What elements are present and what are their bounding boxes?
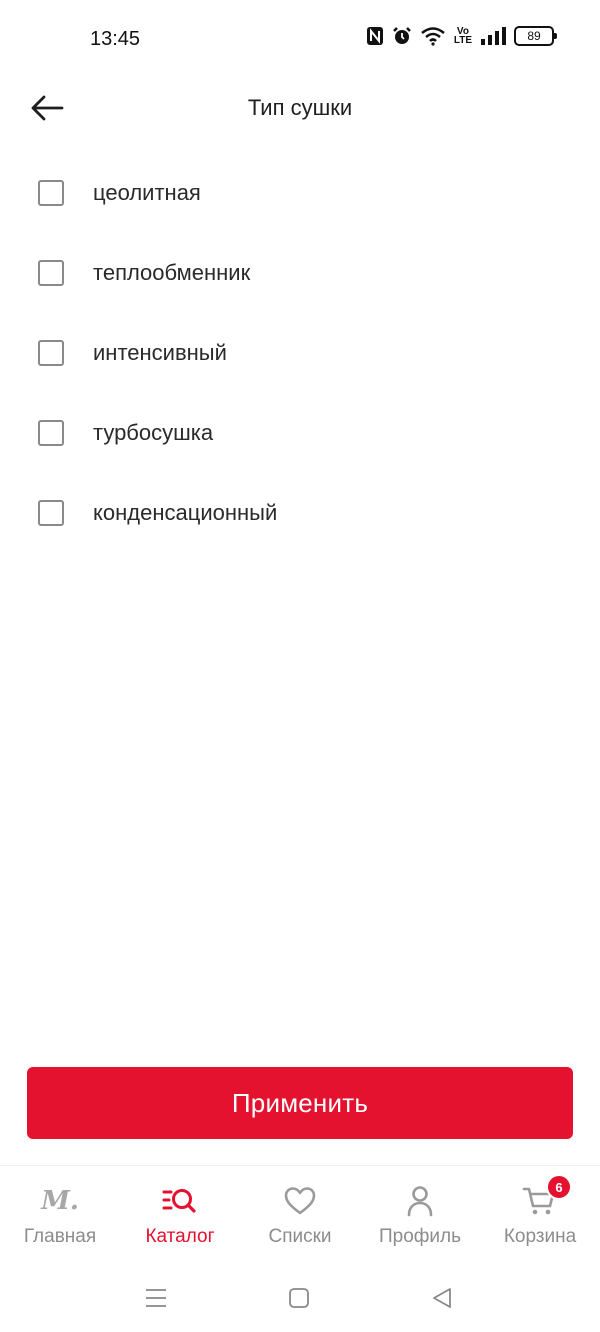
status-icons: Vo LTE 89 (366, 26, 557, 46)
logo-text: M. (41, 1186, 79, 1216)
battery-icon: 89 (514, 26, 557, 46)
checkbox[interactable] (38, 420, 64, 446)
status-bar: 13:45 Vo LTE 89 (0, 0, 600, 78)
option-label: интенсивный (93, 340, 227, 365)
back-system-button[interactable] (427, 1285, 457, 1311)
alarm-icon (392, 27, 411, 44)
option-label: конденсационный (93, 500, 278, 525)
wifi-icon (421, 27, 445, 46)
triangle-back-icon (433, 1288, 451, 1308)
heart-icon (284, 1187, 316, 1215)
nav-item-lists[interactable]: Списки (240, 1166, 360, 1266)
checkbox[interactable] (38, 260, 64, 286)
option-item[interactable]: интенсивный (0, 313, 600, 393)
option-label: теплообменник (93, 260, 251, 285)
menu-icon (146, 1289, 166, 1307)
catalog-icon-wrap (120, 1184, 240, 1218)
volte-bottom: LTE (453, 35, 472, 46)
nav-label: Списки (268, 1226, 332, 1247)
volte-icon: Vo LTE (453, 27, 472, 46)
nav-label: Корзина (503, 1226, 577, 1247)
page-title: Тип сушки (247, 95, 353, 120)
status-time: 13:45 (90, 28, 141, 50)
option-label: турбосушка (93, 420, 214, 445)
nav-item-home[interactable]: M. Главная (0, 1166, 120, 1266)
option-item[interactable]: теплообменник (0, 233, 600, 313)
person-icon (407, 1186, 433, 1217)
heart-icon-wrap (240, 1184, 360, 1218)
option-item[interactable]: цеолитная (0, 153, 600, 233)
nav-label: Каталог (145, 1226, 215, 1247)
option-item[interactable]: конденсационный (0, 473, 600, 553)
system-nav-bar (0, 1265, 600, 1332)
cart-badge: 6 (546, 1174, 572, 1200)
checkbox[interactable] (38, 180, 64, 206)
checkbox[interactable] (38, 340, 64, 366)
nav-label: Профиль (378, 1226, 462, 1247)
person-icon-wrap (360, 1184, 480, 1218)
option-label: цеолитная (93, 180, 201, 205)
square-icon (289, 1288, 309, 1308)
home-button[interactable] (284, 1285, 314, 1311)
menu-button[interactable] (141, 1285, 171, 1311)
nav-item-catalog[interactable]: Каталог (120, 1166, 240, 1266)
logo-icon: M. (0, 1184, 120, 1218)
apply-button[interactable]: Применить (27, 1067, 573, 1139)
nav-item-profile[interactable]: Профиль (360, 1166, 480, 1266)
checkbox[interactable] (38, 500, 64, 526)
nfc-icon (366, 27, 383, 45)
bottom-nav: M. Главная Каталог Списки Профиль 6 Корз… (0, 1165, 600, 1266)
header: Тип сушки (0, 78, 600, 138)
option-item[interactable]: турбосушка (0, 393, 600, 473)
nav-label: Главная (23, 1226, 97, 1247)
nav-item-cart[interactable]: 6 Корзина (480, 1166, 600, 1266)
signal-icon (481, 27, 506, 45)
catalog-search-icon (162, 1189, 196, 1213)
options-list: цеолитная теплообменник интенсивный турб… (0, 153, 600, 553)
cart-icon-wrap (480, 1184, 600, 1218)
